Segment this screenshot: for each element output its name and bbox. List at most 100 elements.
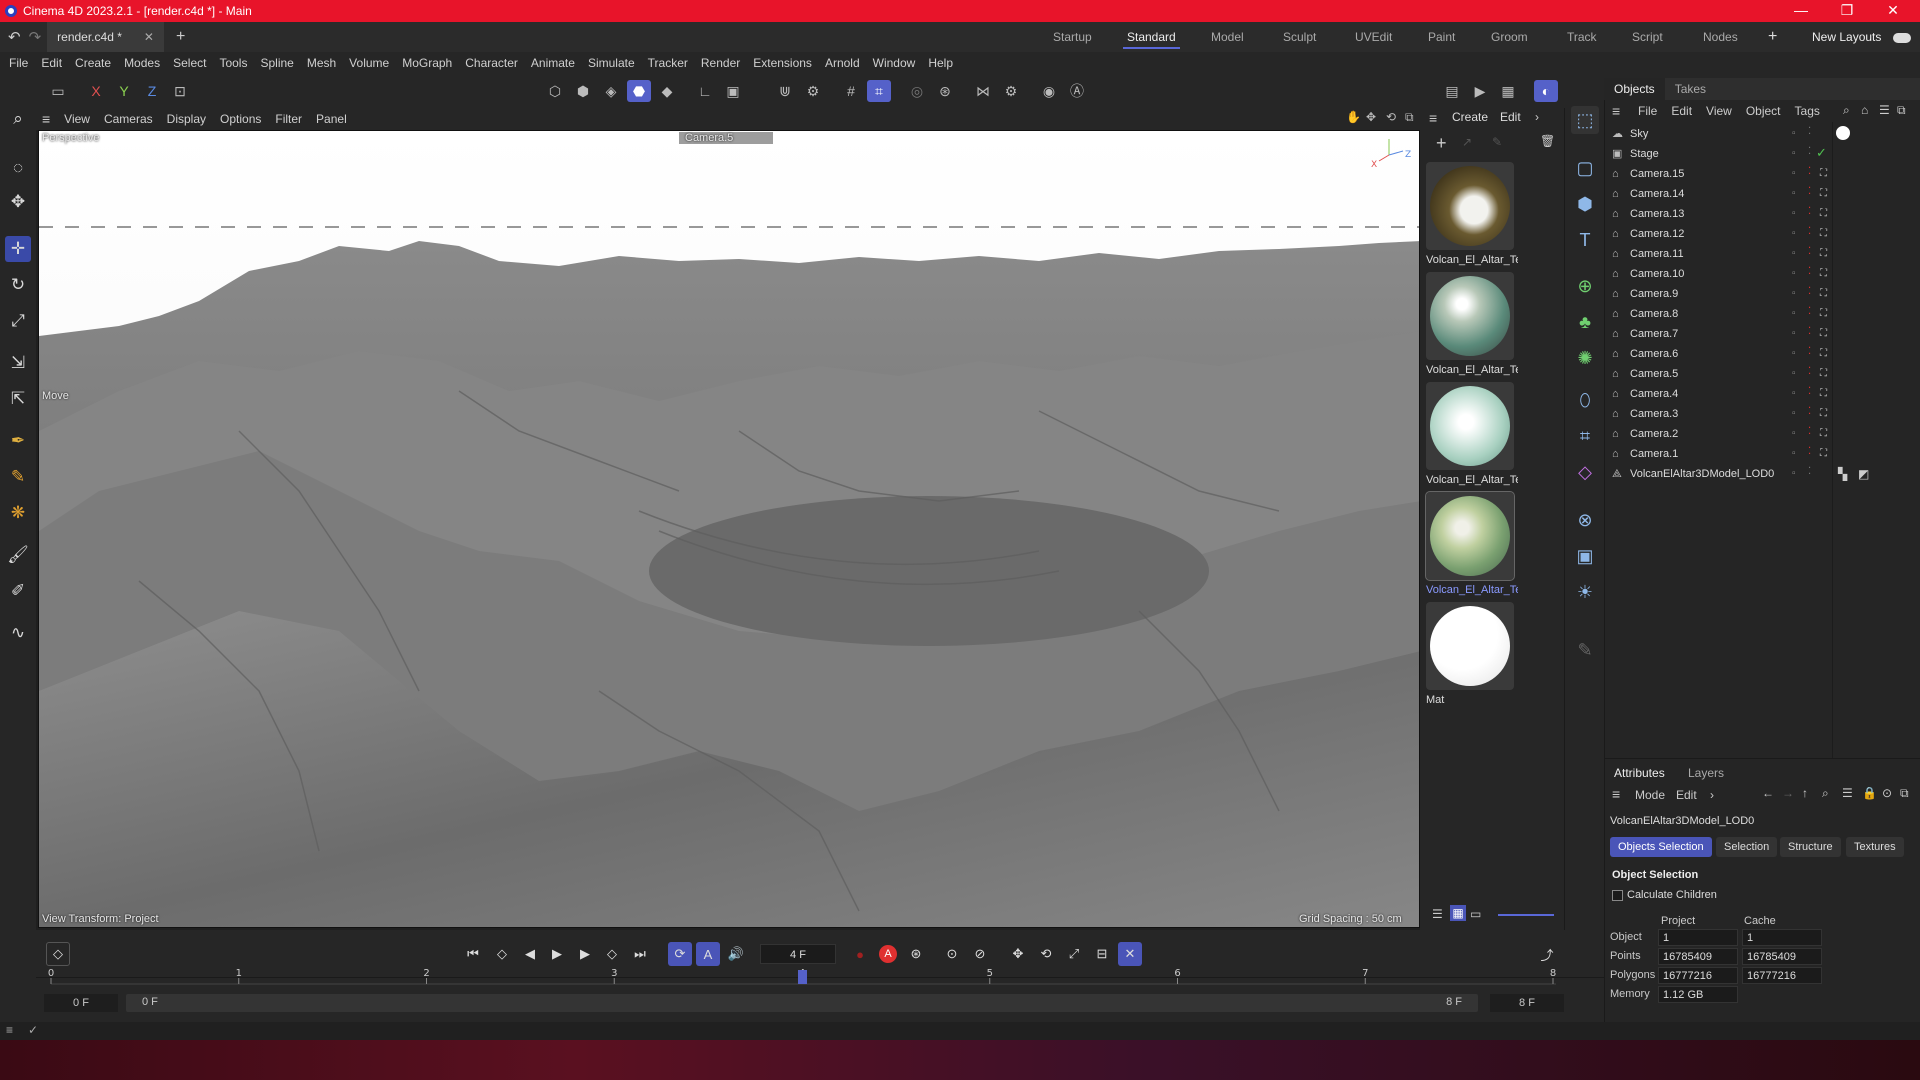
objects-home-icon[interactable]: ⌂ [1861, 103, 1868, 117]
axis-mode-icon[interactable]: ∟ [693, 80, 717, 102]
objects-new-window-icon[interactable]: ⧉ [1897, 103, 1906, 118]
menu-character[interactable]: Character [465, 56, 518, 70]
tab-attributes[interactable]: Attributes [1614, 766, 1665, 780]
rectangle-spline-icon[interactable]: ▢ [1571, 154, 1599, 182]
object-row[interactable]: ⌂ Camera.10 [1612, 264, 1832, 284]
workplane-icon[interactable]: # [839, 80, 863, 102]
camera-target-tag-icon[interactable]: ⛶ [1820, 368, 1827, 379]
rotation-key-icon[interactable]: ⟲ [1034, 942, 1058, 966]
viewport-maximize-icon[interactable]: ⧉ [1405, 110, 1414, 125]
texture-tag-icon[interactable]: ▚ [1838, 467, 1847, 481]
cube-icon[interactable]: ⬢ [1571, 190, 1599, 218]
cloner-icon[interactable]: ♣ [1571, 308, 1599, 336]
layout-paint[interactable]: Paint [1428, 22, 1455, 52]
layer-icon[interactable]: ▫ [1792, 268, 1796, 279]
layout-script[interactable]: Script [1632, 22, 1663, 52]
menu-tools[interactable]: Tools [219, 56, 247, 70]
attributes-search-icon[interactable]: ⌕ [1822, 786, 1829, 801]
position-key-icon[interactable]: ✥ [1006, 942, 1030, 966]
3d-viewport[interactable]: Z X Perspective Camera.5 Move View Trans… [38, 130, 1420, 928]
material-menu-more-icon[interactable]: › [1535, 110, 1539, 124]
layer-icon[interactable]: ▫ [1792, 388, 1796, 399]
preview-size-slider[interactable] [1498, 914, 1554, 916]
object-row[interactable]: ▣ Stage [1612, 144, 1832, 164]
snap-icon[interactable]: ⋓ [773, 80, 797, 102]
object-row[interactable]: ⌂ Camera.11 [1612, 244, 1832, 264]
new-material-icon[interactable]: + [1436, 133, 1447, 154]
list-view-icon[interactable]: ☰ [1432, 907, 1443, 921]
layer-icon[interactable]: ▫ [1792, 368, 1796, 379]
object-row[interactable]: ⌂ Camera.2 [1612, 424, 1832, 444]
layer-icon[interactable]: ▫ [1792, 148, 1796, 159]
deformer-icon[interactable]: ⬯ [1571, 386, 1599, 414]
layer-icon[interactable]: ▫ [1792, 168, 1796, 179]
camera-create-icon[interactable]: ▣ [1571, 542, 1599, 570]
material-menu-edit[interactable]: Edit [1500, 110, 1521, 124]
material-swatch[interactable] [1426, 272, 1514, 360]
visibility-dots-icon[interactable]: ⁚ [1808, 206, 1811, 217]
play-icon[interactable]: ▶ [545, 942, 569, 966]
layer-icon[interactable]: ▫ [1792, 428, 1796, 439]
object-row[interactable]: ⌂ Camera.9 [1612, 284, 1832, 304]
visibility-dots-icon[interactable]: ⁚ [1808, 326, 1811, 337]
objects-menu-tags[interactable]: Tags [1795, 104, 1820, 118]
forward-arrow-icon[interactable]: → [1782, 786, 1794, 800]
object-row[interactable]: ☁ Sky [1612, 124, 1832, 144]
visibility-dots-icon[interactable]: ⁚ [1808, 346, 1811, 357]
menu-animate[interactable]: Animate [531, 56, 575, 70]
layer-icon[interactable]: ▫ [1792, 208, 1796, 219]
large-view-icon[interactable]: ▭ [1470, 907, 1481, 921]
delete-material-icon[interactable]: 🗑 [1540, 134, 1555, 148]
visibility-dots-icon[interactable]: ⁚ [1808, 266, 1811, 277]
material-hamburger-icon[interactable]: ≡ [1429, 110, 1437, 126]
visibility-dots-icon[interactable]: ⁚ [1808, 426, 1811, 437]
menu-window[interactable]: Window [873, 56, 916, 70]
search-icon[interactable]: ⌕ [5, 106, 31, 132]
layout-groom[interactable]: Groom [1491, 22, 1528, 52]
brush-tool-icon[interactable]: 🖌 [5, 542, 31, 568]
keyframe-selection-icon[interactable]: ⊛ [904, 942, 928, 966]
menu-spline[interactable]: Spline [260, 56, 293, 70]
live-selection-icon[interactable]: ✥ [5, 189, 31, 215]
layout-uvedit[interactable]: UVEdit [1355, 22, 1392, 52]
menu-render[interactable]: Render [701, 56, 740, 70]
viewport-menu-filter[interactable]: Filter [275, 112, 302, 126]
coordinate-system-icon[interactable]: ⊡ [168, 80, 192, 102]
new-layouts-button[interactable]: New Layouts [1812, 22, 1881, 52]
next-frame-icon[interactable]: ▶ [573, 942, 597, 966]
environment-icon[interactable]: ⊗ [1571, 506, 1599, 534]
symmetry-settings-icon[interactable]: ⚙ [999, 80, 1023, 102]
menu-simulate[interactable]: Simulate [588, 56, 635, 70]
object-row[interactable]: ⌂ Camera.5 [1612, 364, 1832, 384]
objects-menu-view[interactable]: View [1706, 104, 1732, 118]
material-swatch[interactable] [1426, 382, 1514, 470]
null-icon[interactable]: ⌗ [1571, 422, 1599, 450]
back-arrow-icon[interactable]: ← [1762, 786, 1774, 800]
objects-hamburger-icon[interactable]: ≡ [1612, 103, 1620, 119]
grid-snap-icon[interactable]: ⌗ [867, 80, 891, 102]
uv-mode-icon[interactable]: ◆ [655, 80, 679, 102]
select-tool-icon[interactable]: ◌ [5, 155, 31, 181]
grid-view-icon[interactable]: ▦ [1450, 905, 1466, 921]
preview-range-bar[interactable]: 0 F 8 F [126, 994, 1478, 1012]
menu-volume[interactable]: Volume [349, 56, 389, 70]
object-mode-icon[interactable]: ⬣ [627, 80, 651, 102]
symmetry-icon[interactable]: ⋈ [971, 80, 995, 102]
edges-mode-icon[interactable]: ⬢ [571, 80, 595, 102]
undo-icon[interactable]: ↶ [8, 28, 21, 46]
material-swatch[interactable] [1426, 162, 1514, 250]
viewport-pan-icon[interactable]: ✋ [1346, 110, 1361, 124]
viewport-move-icon[interactable]: ✥ [1366, 110, 1376, 124]
viewport-menu-options[interactable]: Options [220, 112, 261, 126]
light-icon[interactable]: ☀ [1571, 578, 1599, 606]
visibility-dots-icon[interactable]: ⁚ [1808, 366, 1811, 377]
interactive-render-icon[interactable]: ◐ [1534, 80, 1558, 102]
visibility-dots-icon[interactable]: ⁚ [1808, 226, 1811, 237]
effector-icon[interactable]: ✺ [1571, 344, 1599, 372]
object-row[interactable]: ⌂ Camera.14 [1612, 184, 1832, 204]
sky-tag-icon[interactable] [1836, 126, 1850, 140]
subtab-objects-selection[interactable]: Objects Selection [1610, 837, 1712, 857]
layer-icon[interactable]: ▫ [1792, 288, 1796, 299]
object-row[interactable]: ⌂ Camera.6 [1612, 344, 1832, 364]
visibility-dots-icon[interactable]: ⁚ [1808, 406, 1811, 417]
